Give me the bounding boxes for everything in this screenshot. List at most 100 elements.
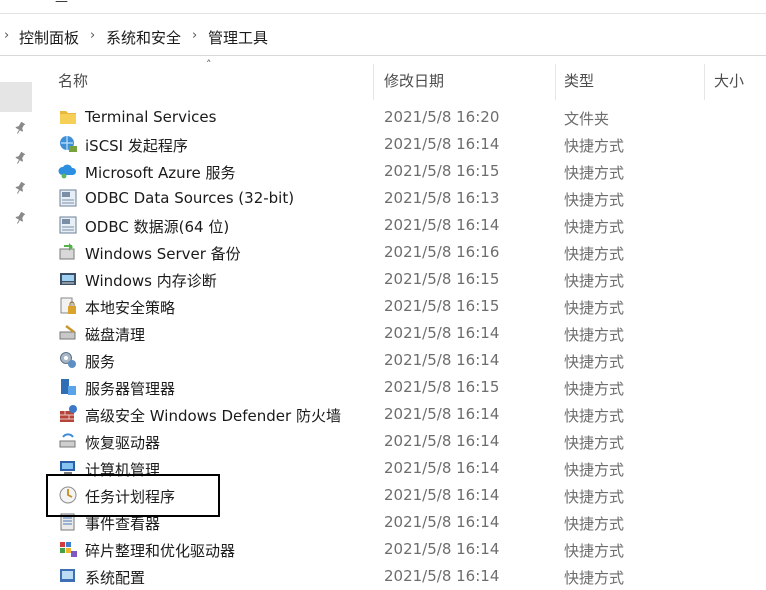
file-modified-date: 2021/5/8 16:14 xyxy=(384,567,500,585)
file-row[interactable]: 磁盘清理 2021/5/8 16:14 快捷方式 xyxy=(38,320,766,347)
nav-selected-item[interactable] xyxy=(0,82,32,112)
pin-icon[interactable] xyxy=(15,152,25,164)
column-header-size[interactable]: 大小 xyxy=(714,70,744,91)
file-name[interactable]: 服务器管理器 xyxy=(85,378,175,399)
file-name[interactable]: ODBC 数据源(64 位) xyxy=(85,216,229,237)
file-name[interactable]: 事件查看器 xyxy=(85,513,160,534)
file-row[interactable]: ODBC 数据源(64 位) 2021/5/8 16:14 快捷方式 xyxy=(38,212,766,239)
file-name[interactable]: Terminal Services xyxy=(85,108,216,126)
server-manager-icon xyxy=(58,377,78,397)
file-row[interactable]: Windows 内存诊断 2021/5/8 16:15 快捷方式 xyxy=(38,266,766,293)
odbc-icon xyxy=(58,188,78,208)
file-row[interactable]: Microsoft Azure 服务 2021/5/8 16:15 快捷方式 xyxy=(38,158,766,185)
window-title-strip: ᐩ — xyxy=(0,0,766,14)
column-divider[interactable] xyxy=(704,64,705,100)
title-fragment: ᐩ xyxy=(4,0,10,9)
file-name[interactable]: 任务计划程序 xyxy=(85,486,175,507)
file-row[interactable]: Windows Server 备份 2021/5/8 16:16 快捷方式 xyxy=(38,239,766,266)
file-name[interactable]: 碎片整理和优化驱动器 xyxy=(85,540,235,561)
file-name[interactable]: ODBC Data Sources (32-bit) xyxy=(85,189,294,207)
file-name[interactable]: 本地安全策略 xyxy=(85,297,175,318)
file-row[interactable]: 任务计划程序 2021/5/8 16:14 快捷方式 xyxy=(38,482,766,509)
navigation-pane[interactable] xyxy=(0,56,38,582)
file-modified-date: 2021/5/8 16:20 xyxy=(384,108,500,126)
file-type: 快捷方式 xyxy=(564,461,625,479)
file-row[interactable]: 本地安全策略 2021/5/8 16:15 快捷方式 xyxy=(38,293,766,320)
file-modified-date: 2021/5/8 16:13 xyxy=(384,189,500,207)
sort-ascending-icon[interactable]: ˄ xyxy=(206,58,212,71)
file-name[interactable]: 服务 xyxy=(85,351,115,372)
file-modified-date: 2021/5/8 16:14 xyxy=(384,351,500,369)
divider xyxy=(0,13,766,14)
breadcrumb-control-panel[interactable]: 控制面板 xyxy=(19,27,79,48)
chevron-right-icon[interactable]: › xyxy=(192,28,197,43)
file-modified-date: 2021/5/8 16:15 xyxy=(384,270,500,288)
file-row[interactable]: Terminal Services 2021/5/8 16:20 文件夹 xyxy=(38,104,766,131)
column-divider[interactable] xyxy=(555,64,556,100)
file-modified-date: 2021/5/8 16:15 xyxy=(384,297,500,315)
file-type: 快捷方式 xyxy=(564,326,625,344)
file-type: 快捷方式 xyxy=(564,272,625,290)
column-divider[interactable] xyxy=(373,64,374,100)
firewall-icon xyxy=(58,404,78,424)
file-modified-date: 2021/5/8 16:14 xyxy=(384,540,500,558)
folder-icon xyxy=(58,107,78,127)
file-name[interactable]: 计算机管理 xyxy=(85,459,160,480)
file-type: 快捷方式 xyxy=(564,164,625,182)
defrag-icon xyxy=(58,539,78,559)
file-modified-date: 2021/5/8 16:14 xyxy=(384,324,500,342)
file-type: 快捷方式 xyxy=(564,353,625,371)
file-name[interactable]: Windows Server 备份 xyxy=(85,243,241,264)
file-row[interactable]: 事件查看器 2021/5/8 16:14 快捷方式 xyxy=(38,509,766,536)
file-row[interactable]: 恢复驱动器 2021/5/8 16:14 快捷方式 xyxy=(38,428,766,455)
file-row[interactable]: iSCSI 发起程序 2021/5/8 16:14 快捷方式 xyxy=(38,131,766,158)
chevron-right-icon[interactable]: › xyxy=(90,28,95,43)
column-header-type[interactable]: 类型 xyxy=(564,70,594,91)
file-type: 快捷方式 xyxy=(564,245,625,263)
file-modified-date: 2021/5/8 16:14 xyxy=(384,459,500,477)
file-row[interactable]: ODBC Data Sources (32-bit) 2021/5/8 16:13… xyxy=(38,185,766,212)
breadcrumb-system-security[interactable]: 系统和安全 xyxy=(106,27,181,48)
disk-cleanup-icon xyxy=(58,323,78,343)
file-name[interactable]: Microsoft Azure 服务 xyxy=(85,162,236,183)
file-modified-date: 2021/5/8 16:14 xyxy=(384,486,500,504)
file-name[interactable]: 恢复驱动器 xyxy=(85,432,160,453)
file-row[interactable]: 服务 2021/5/8 16:14 快捷方式 xyxy=(38,347,766,374)
file-name[interactable]: iSCSI 发起程序 xyxy=(85,135,188,156)
system-config-icon xyxy=(58,566,78,586)
file-type: 快捷方式 xyxy=(564,137,625,155)
column-header-name[interactable]: 名称 xyxy=(58,70,88,91)
file-modified-date: 2021/5/8 16:14 xyxy=(384,135,500,153)
file-name[interactable]: 系统配置 xyxy=(85,567,145,588)
file-type: 文件夹 xyxy=(564,110,610,128)
file-name[interactable]: 高级安全 Windows Defender 防火墙 xyxy=(85,405,341,426)
file-row[interactable]: 系统配置 2021/5/8 16:14 快捷方式 xyxy=(38,563,766,590)
recovery-drive-icon xyxy=(58,431,78,451)
address-bar[interactable]: › 控制面板 › 系统和安全 › 管理工具 xyxy=(0,19,766,56)
title-fragment: — xyxy=(55,0,68,9)
file-row[interactable]: 高级安全 Windows Defender 防火墙 2021/5/8 16:14 快… xyxy=(38,401,766,428)
pin-icon[interactable] xyxy=(15,212,25,224)
file-name[interactable]: Windows 内存诊断 xyxy=(85,270,217,291)
file-modified-date: 2021/5/8 16:15 xyxy=(384,378,500,396)
file-modified-date: 2021/5/8 16:15 xyxy=(384,162,500,180)
file-modified-date: 2021/5/8 16:14 xyxy=(384,216,500,234)
file-modified-date: 2021/5/8 16:14 xyxy=(384,405,500,423)
column-header-date[interactable]: 修改日期 xyxy=(384,70,444,91)
breadcrumb-admin-tools[interactable]: 管理工具 xyxy=(208,27,268,48)
file-type: 快捷方式 xyxy=(564,407,625,425)
file-type: 快捷方式 xyxy=(564,218,625,236)
file-row[interactable]: 服务器管理器 2021/5/8 16:15 快捷方式 xyxy=(38,374,766,401)
pin-icon[interactable] xyxy=(15,182,25,194)
file-name[interactable]: 磁盘清理 xyxy=(85,324,145,345)
file-type: 快捷方式 xyxy=(564,515,625,533)
file-modified-date: 2021/5/8 16:14 xyxy=(384,432,500,450)
pin-icon[interactable] xyxy=(15,122,25,134)
column-header: ˄ 名称 修改日期 类型 大小 xyxy=(38,56,766,102)
chevron-right-icon[interactable]: › xyxy=(4,28,9,43)
file-row[interactable]: 碎片整理和优化驱动器 2021/5/8 16:14 快捷方式 xyxy=(38,536,766,563)
services-icon xyxy=(58,350,78,370)
file-type: 快捷方式 xyxy=(564,299,625,317)
file-type: 快捷方式 xyxy=(564,569,625,587)
file-row[interactable]: 计算机管理 2021/5/8 16:14 快捷方式 xyxy=(38,455,766,482)
